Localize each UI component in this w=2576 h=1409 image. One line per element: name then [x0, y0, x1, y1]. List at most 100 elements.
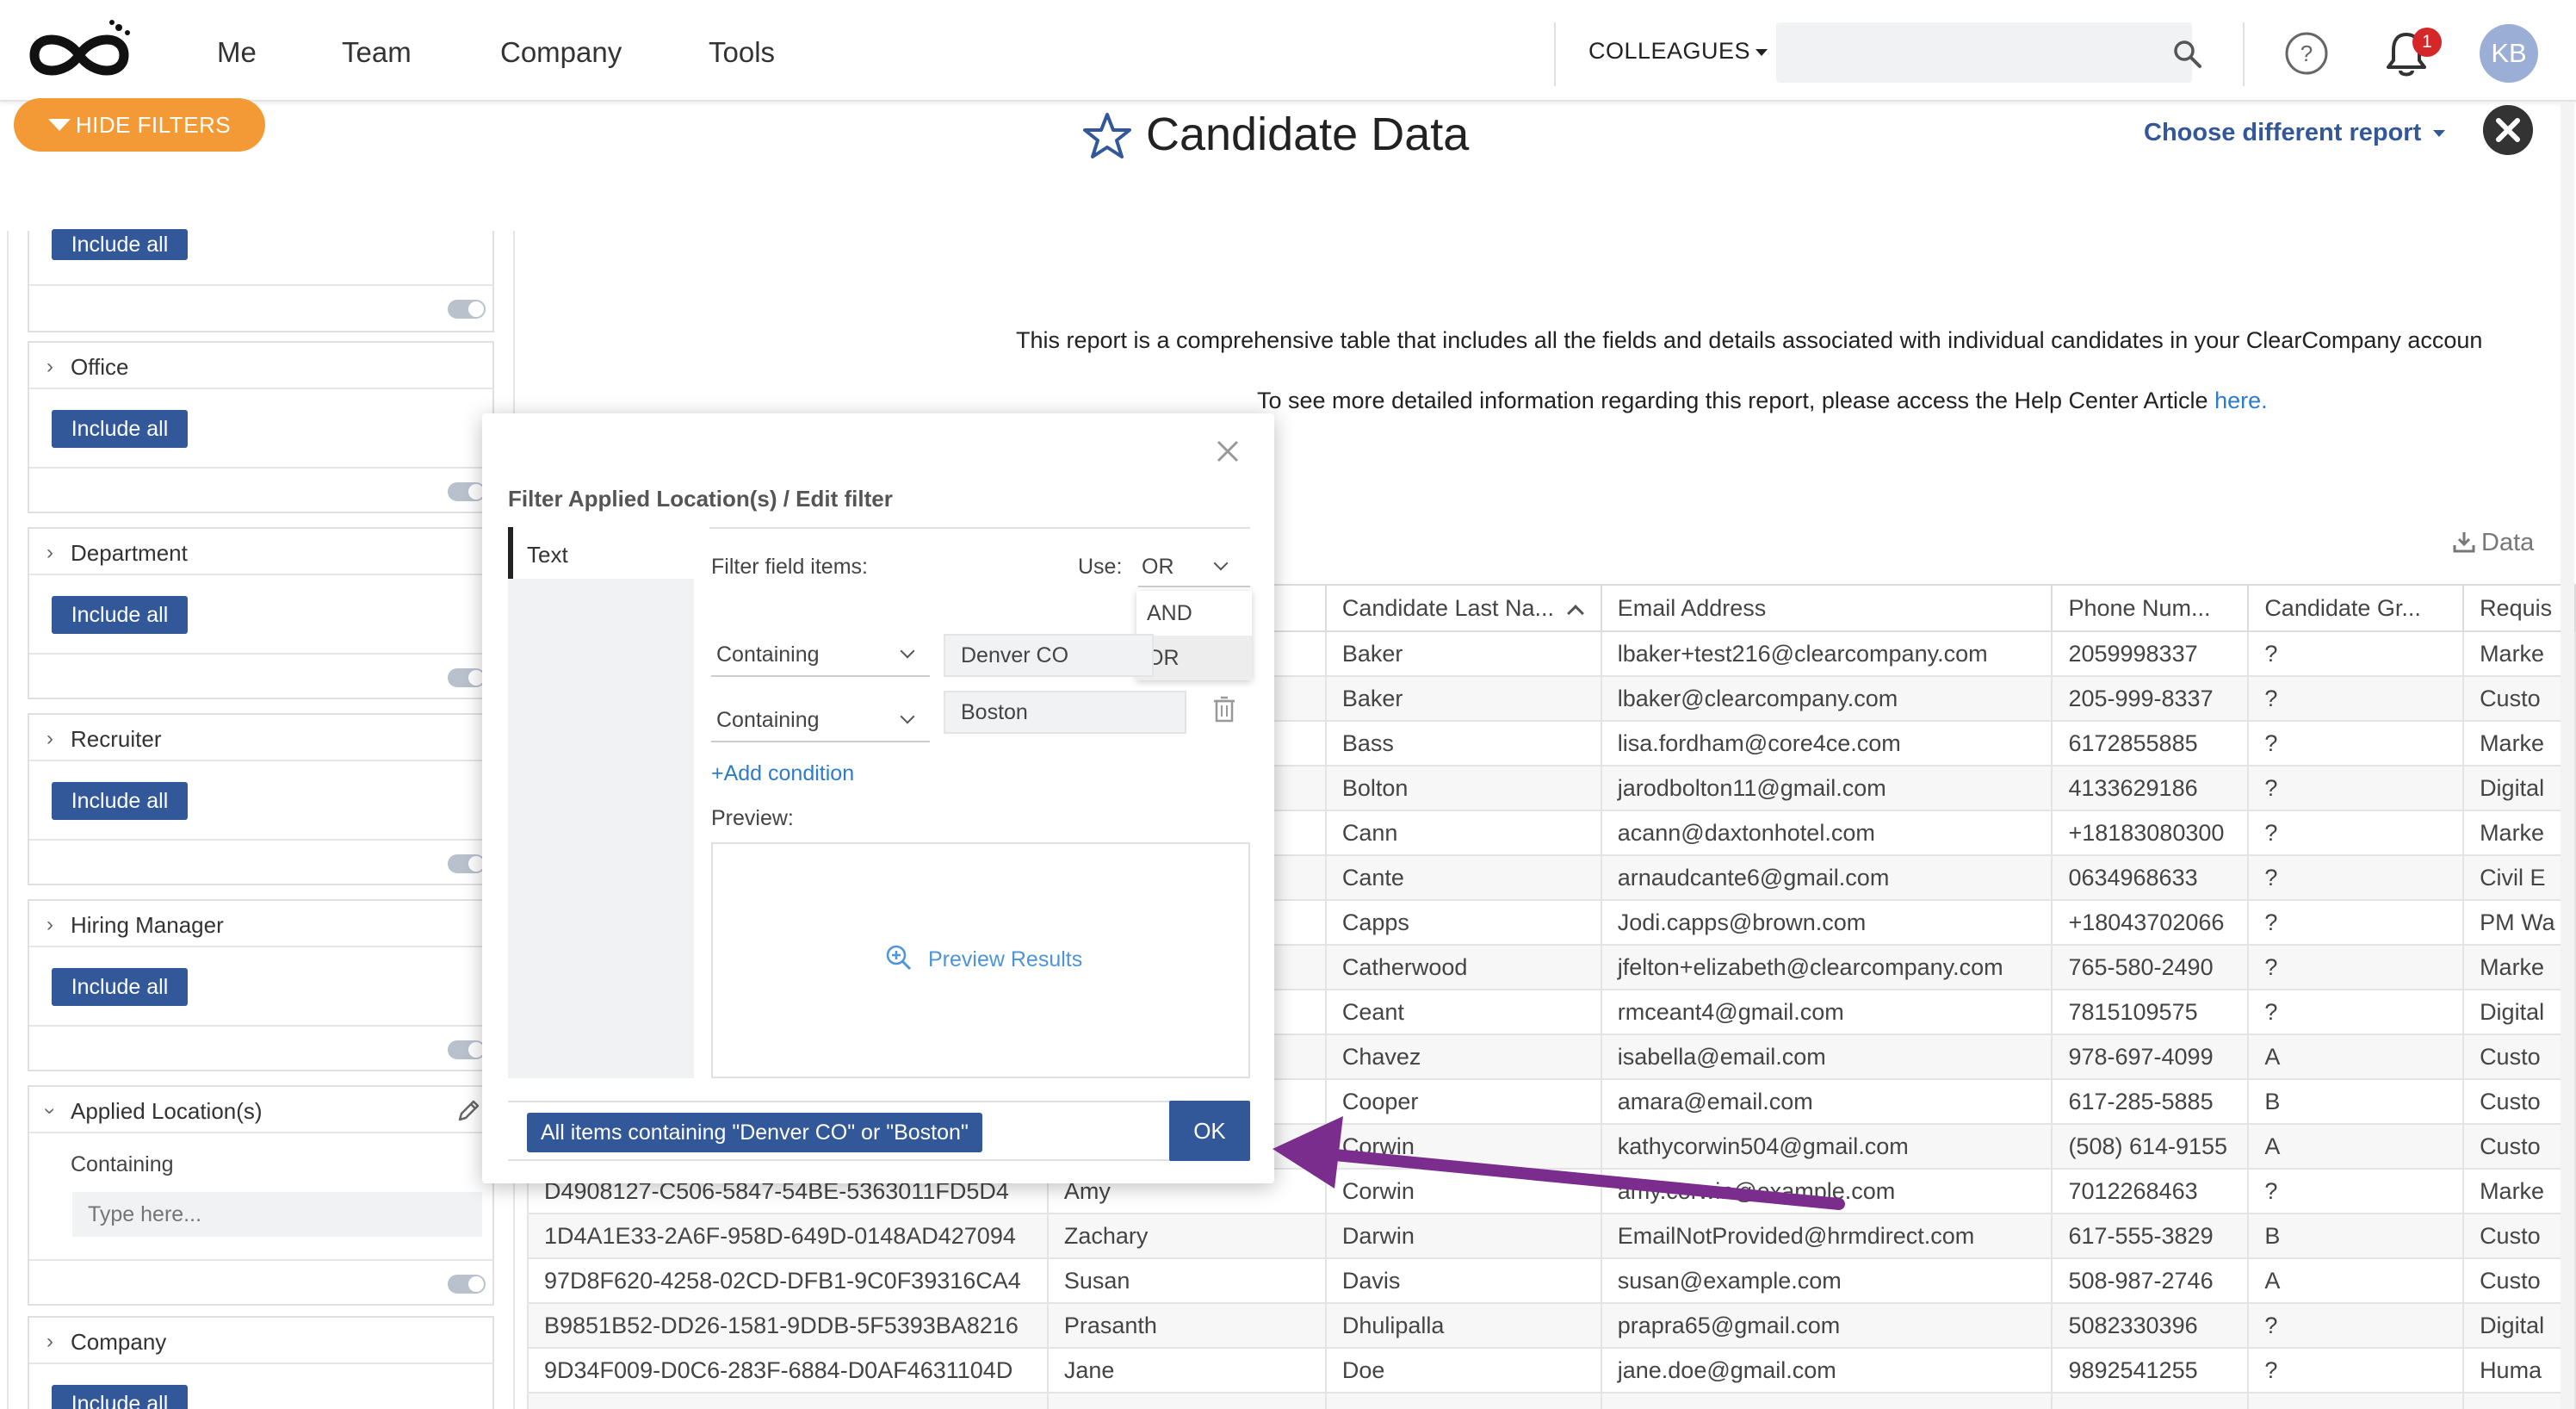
table-cell: Marke [2462, 810, 2576, 856]
chevron-right-icon: › [46, 1330, 53, 1353]
table-cell: 7815109575 [2051, 989, 2250, 1035]
include-all-button[interactable]: Include all [52, 229, 188, 260]
use-option-or[interactable]: OR [1136, 636, 1252, 680]
table-cell: ? [2247, 810, 2465, 856]
table-cell: Baker [1324, 630, 1602, 677]
include-all-button[interactable]: Include all [52, 596, 188, 634]
table-cell: 6172855885 [2051, 720, 2250, 767]
table-row[interactable]: 97D8F620-4258-02CD-DFB1-9C0F39316CA4 Susa… [527, 1257, 2576, 1304]
applied-location-input[interactable] [72, 1192, 482, 1237]
clearcompany-logo[interactable] [17, 16, 142, 86]
condition-value-input[interactable]: Denver CO [944, 634, 1154, 677]
table-cell [527, 1392, 1049, 1409]
download-data-button[interactable]: Data [2452, 529, 2534, 557]
table-row[interactable]: B9851B52-DD26-1581-9DDB-5F5393BA8216 Pras… [527, 1302, 2576, 1349]
column-header[interactable]: Phone Num... [2051, 584, 2250, 632]
table-cell: lbaker@clearcompany.com [1600, 675, 2053, 722]
help-icon[interactable]: ? [2284, 31, 2329, 76]
nav-team[interactable]: Team [342, 36, 412, 69]
help-center-link[interactable]: here. [2214, 388, 2268, 413]
filter-box-footer [29, 839, 492, 885]
table-cell: A [2247, 1033, 2465, 1080]
table-cell: Custo [2462, 1213, 2576, 1259]
download-icon [2453, 532, 2475, 553]
table-cell: arnaudcante6@gmail.com [1600, 854, 2053, 901]
preview-label: Preview: [711, 806, 794, 830]
table-cell: 2059998337 [2051, 630, 2250, 677]
filter-hiring-manager-header[interactable]: › Hiring Manager [29, 901, 492, 947]
table-cell: jfelton+elizabeth@clearcompany.com [1600, 944, 2053, 990]
table-cell: Baker [1324, 675, 1602, 722]
choose-report-dropdown[interactable]: Choose different report [2144, 119, 2446, 147]
table-cell: lisa.fordham@core4ce.com [1600, 720, 2053, 767]
sort-ascending-icon[interactable] [1567, 604, 1584, 622]
column-header[interactable]: Requis [2462, 584, 2576, 632]
avatar[interactable]: KB [2480, 24, 2538, 83]
filter-toggle[interactable] [448, 1275, 486, 1294]
table-cell: 765-580-2490 [2051, 944, 2250, 990]
filter-panel: Include all › Office Include all › Departm… [7, 229, 515, 1409]
include-all-button[interactable]: Include all [52, 1385, 188, 1409]
filter-toggle[interactable] [448, 668, 486, 687]
star-icon[interactable] [1081, 111, 1133, 161]
filter-toggle[interactable] [448, 1040, 486, 1059]
pencil-icon[interactable] [455, 1097, 482, 1125]
table-row[interactable]: 9D34F009-D0C6-283F-6884-D0AF4631104D Jane… [527, 1347, 2576, 1393]
table-cell: Catherwood [1324, 944, 1602, 990]
condition-value-input[interactable]: Boston [944, 691, 1186, 734]
divider [709, 527, 1250, 529]
filter-department-header[interactable]: › Department [29, 529, 492, 575]
filter-office-header[interactable]: › Office [29, 343, 492, 389]
condition-operator-value: Containing [716, 642, 820, 667]
add-condition-link[interactable]: +Add condition [711, 761, 854, 786]
table-cell: 617-555-3829 [2051, 1213, 2250, 1259]
condition-operator-select[interactable]: Containing [711, 634, 930, 677]
column-header[interactable]: Email Address [1600, 584, 2053, 632]
preview-box: Preview Results [711, 842, 1250, 1078]
condition-operator-select[interactable]: Containing [711, 699, 930, 742]
page-scrollbar[interactable] [2561, 103, 2574, 1409]
include-all-button[interactable]: Include all [52, 782, 188, 820]
nav-company[interactable]: Company [500, 36, 622, 69]
use-select[interactable]: OR [1138, 551, 1250, 587]
chevron-down-icon [1213, 556, 1229, 571]
colleagues-dropdown[interactable]: COLLEAGUES [1588, 38, 1768, 65]
hide-filters-button[interactable]: HIDE FILTERS [14, 98, 265, 152]
nav-me[interactable]: Me [217, 36, 257, 69]
include-all-button[interactable]: Include all [52, 968, 188, 1006]
filter-summary-chip: All items containing "Denver CO" or "Bos… [527, 1113, 982, 1152]
table-cell: 97D8F620-4258-02CD-DFB1-9C0F39316CA4 [527, 1257, 1049, 1304]
table-row[interactable] [527, 1392, 2576, 1409]
filter-box-footer [29, 467, 492, 513]
ok-button[interactable]: OK [1169, 1101, 1250, 1161]
column-header[interactable]: Candidate Gr... [2247, 584, 2465, 632]
use-select-value: OR [1142, 555, 1174, 579]
preview-results-button[interactable]: Preview Results [885, 944, 1082, 972]
close-report-icon[interactable] [2483, 105, 2533, 155]
filter-applied-location-header[interactable]: › Applied Location(s) [29, 1087, 492, 1133]
hide-filters-label: HIDE FILTERS [75, 112, 232, 138]
table-cell: Susan [1046, 1257, 1327, 1304]
table-cell: Custo [2462, 1257, 2576, 1304]
use-option-and[interactable]: AND [1136, 591, 1252, 636]
filter-toggle[interactable] [448, 482, 486, 501]
table-cell: 205-999-8337 [2051, 675, 2250, 722]
table-cell: Custo [2462, 1123, 2576, 1170]
include-all-button[interactable]: Include all [52, 410, 188, 448]
table-cell: Custo [2462, 1078, 2576, 1125]
table-cell: Marke [2462, 630, 2576, 677]
filter-company-header[interactable]: › Company [29, 1318, 492, 1364]
table-cell: Cante [1324, 854, 1602, 901]
table-cell: B [2247, 1213, 2465, 1259]
filter-recruiter-header[interactable]: › Recruiter [29, 715, 492, 761]
filter-toggle[interactable] [448, 854, 486, 873]
column-header[interactable]: Candidate Last Na... [1324, 584, 1602, 632]
close-icon[interactable] [1214, 438, 1242, 465]
tab-text[interactable]: Text [508, 527, 694, 579]
search-input[interactable] [1776, 22, 2192, 83]
nav-tools[interactable]: Tools [709, 36, 775, 69]
search-icon[interactable] [2171, 38, 2202, 69]
table-cell: Digital [2462, 765, 2576, 811]
trash-icon[interactable] [1212, 696, 1236, 723]
filter-toggle[interactable] [448, 300, 486, 319]
